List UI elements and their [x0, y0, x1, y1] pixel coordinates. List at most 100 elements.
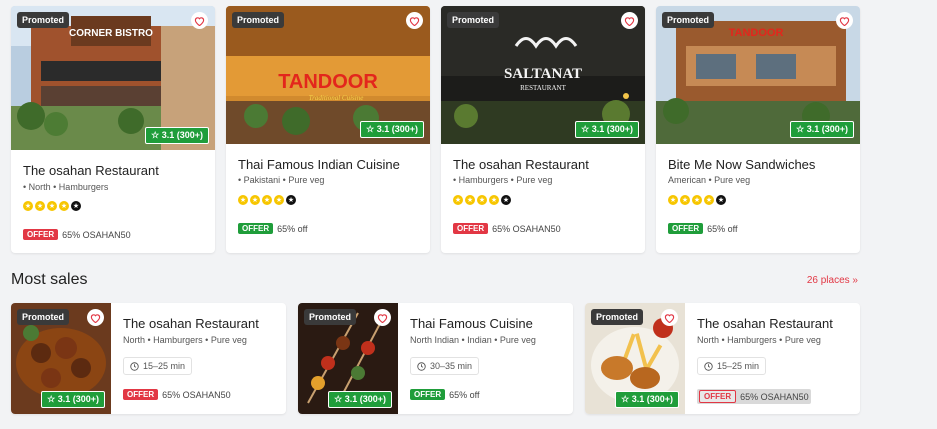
star-rating: ★ ★ ★ ★ ★ — [453, 195, 511, 205]
see-all-link[interactable]: 26 places » — [807, 275, 858, 286]
rating-badge: ☆ 3.1 (300+) — [790, 121, 854, 138]
star-icon: ★ — [59, 201, 69, 211]
offer-text: 65% off — [277, 223, 308, 234]
rating-badge: ☆ 3.1 (300+) — [360, 121, 424, 138]
star-icon: ★ — [680, 195, 690, 205]
star-rating: ★ ★ ★ ★ ★ — [668, 195, 726, 205]
restaurant-image[interactable]: TANDOOR Promoted ☆ 3.1 (300+) — [656, 6, 860, 144]
offer: OFFER 65% off — [410, 389, 479, 400]
heart-icon[interactable] — [836, 12, 853, 29]
restaurant-image[interactable]: CORNER BISTRO Promoted ☆ 3.1 (300+) — [11, 6, 215, 150]
star-rating: ★ ★ ★ ★ ★ — [238, 195, 296, 205]
offer-badge: OFFER — [23, 229, 59, 240]
cuisine-tags: North • Hamburgers • Pure veg — [123, 335, 247, 345]
offer-text: 65% OSAHAN50 — [492, 223, 561, 234]
star-icon: ★ — [71, 201, 81, 211]
offer-text: 65% OSAHAN50 — [62, 229, 131, 240]
star-icon: ★ — [692, 195, 702, 205]
restaurant-image[interactable]: SALTANAT RESTAURANT Promoted ☆ 3.1 (300+… — [441, 6, 645, 144]
tandoor-sign-2: TANDOOR — [729, 27, 784, 39]
cuisine-tags: • Pakistani • Pure veg — [238, 175, 325, 185]
clock-icon — [704, 361, 713, 371]
saltanat-subsign: RESTAURANT — [520, 84, 566, 92]
sales-card[interactable]: Promoted ☆ 3.1 (300+) The osahan Restaur… — [585, 303, 860, 414]
heart-icon[interactable] — [87, 309, 104, 326]
star-icon: ★ — [262, 195, 272, 205]
star-icon: ★ — [716, 195, 726, 205]
offer-badge: OFFER — [238, 223, 274, 234]
rating-badge: ☆ 3.1 (300+) — [615, 391, 679, 408]
food-image[interactable]: Promoted ☆ 3.1 (300+) — [585, 303, 685, 414]
delivery-time: 30–35 min — [410, 357, 480, 375]
section-title: Most sales — [11, 271, 88, 288]
offer-badge: OFFER — [453, 223, 489, 234]
heart-icon[interactable] — [661, 309, 678, 326]
star-icon: ★ — [477, 195, 487, 205]
restaurant-name[interactable]: The osahan Restaurant — [697, 316, 833, 331]
tandoor-subsign: Traditional Cuisine — [309, 94, 364, 102]
promoted-badge: Promoted — [17, 309, 70, 325]
saltanat-sign: SALTANAT — [504, 66, 582, 82]
sales-card[interactable]: Promoted ☆ 3.1 (300+) The osahan Restaur… — [11, 303, 286, 414]
clock-icon — [130, 361, 139, 371]
promoted-badge: Promoted — [591, 309, 644, 325]
offer-badge: OFFER — [410, 389, 446, 400]
heart-icon[interactable] — [621, 12, 638, 29]
cuisine-tags: • North • Hamburgers — [23, 182, 109, 192]
corner-bistro-sign: CORNER BISTRO — [69, 28, 153, 39]
promoted-badge: Promoted — [662, 12, 715, 28]
star-icon: ★ — [23, 201, 33, 211]
offer: OFFER 65% OSAHAN50 — [697, 389, 811, 404]
offer-badge: OFFER — [699, 390, 737, 403]
star-icon: ★ — [238, 195, 248, 205]
clock-icon — [417, 361, 426, 371]
restaurant-card[interactable]: SALTANAT RESTAURANT Promoted ☆ 3.1 (300+… — [441, 6, 645, 253]
promoted-badge: Promoted — [232, 12, 285, 28]
rating-badge: ☆ 3.1 (300+) — [41, 391, 105, 408]
heart-icon[interactable] — [406, 12, 423, 29]
cuisine-tags: • Hamburgers • Pure veg — [453, 175, 553, 185]
star-icon: ★ — [489, 195, 499, 205]
tandoor-sign: TANDOOR — [278, 71, 378, 93]
delivery-time: 15–25 min — [123, 357, 193, 375]
restaurant-card[interactable]: TANDOOR Promoted ☆ 3.1 (300+) Bite Me No… — [656, 6, 860, 253]
star-icon: ★ — [501, 195, 511, 205]
offer: OFFER 65% off — [668, 223, 737, 234]
food-image[interactable]: Promoted ☆ 3.1 (300+) — [11, 303, 111, 414]
star-icon: ★ — [453, 195, 463, 205]
restaurant-name[interactable]: The osahan Restaurant — [453, 157, 589, 172]
restaurant-name[interactable]: Thai Famous Indian Cuisine — [238, 157, 400, 172]
promoted-badge: Promoted — [447, 12, 500, 28]
food-image[interactable]: Promoted ☆ 3.1 (300+) — [298, 303, 398, 414]
offer-badge: OFFER — [123, 389, 159, 400]
restaurant-name[interactable]: The osahan Restaurant — [23, 163, 159, 178]
offer-badge: OFFER — [668, 223, 704, 234]
offer-text: 65% OSAHAN50 — [162, 389, 231, 400]
cuisine-tags: American • Pure veg — [668, 175, 751, 185]
delivery-time: 15–25 min — [697, 357, 767, 375]
star-icon: ★ — [286, 195, 296, 205]
rating-badge: ☆ 3.1 (300+) — [575, 121, 639, 138]
star-icon: ★ — [704, 195, 714, 205]
star-icon: ★ — [668, 195, 678, 205]
offer: OFFER 65% off — [238, 223, 307, 234]
cuisine-tags: North • Hamburgers • Pure veg — [697, 335, 821, 345]
restaurant-card[interactable]: CORNER BISTRO Promoted ☆ 3.1 (300+) The … — [11, 6, 215, 253]
offer-text: 65% off — [449, 389, 480, 400]
offer-text: 65% OSAHAN50 — [740, 391, 809, 402]
star-icon: ★ — [47, 201, 57, 211]
star-icon: ★ — [274, 195, 284, 205]
star-icon: ★ — [250, 195, 260, 205]
sales-card[interactable]: Promoted ☆ 3.1 (300+) Thai Famous Cuisin… — [298, 303, 573, 414]
restaurant-name[interactable]: Thai Famous Cuisine — [410, 316, 533, 331]
restaurant-image[interactable]: TANDOOR Traditional Cuisine Promoted ☆ 3… — [226, 6, 430, 144]
rating-badge: ☆ 3.1 (300+) — [145, 127, 209, 144]
offer: OFFER 65% OSAHAN50 — [123, 389, 231, 400]
restaurant-name[interactable]: Bite Me Now Sandwiches — [668, 157, 815, 172]
star-icon: ★ — [465, 195, 475, 205]
restaurant-name[interactable]: The osahan Restaurant — [123, 316, 259, 331]
heart-icon[interactable] — [191, 12, 208, 29]
restaurant-card[interactable]: TANDOOR Traditional Cuisine Promoted ☆ 3… — [226, 6, 430, 253]
star-icon: ★ — [35, 201, 45, 211]
heart-icon[interactable] — [374, 309, 391, 326]
